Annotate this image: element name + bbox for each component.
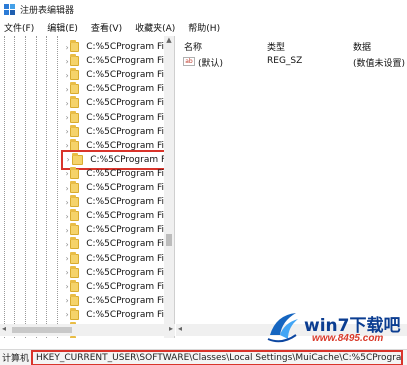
folder-icon	[72, 152, 84, 165]
tree-item[interactable]: ›C:%5CProgram Fi	[64, 68, 164, 82]
registry-tree: › C:%5CProgram Fi › C:%5CProgram Fi › C:%5CPr…	[0, 36, 175, 338]
tree-item[interactable]: ›C:%5CProgram Fi	[64, 82, 164, 96]
status-prefix: 计算机	[2, 354, 30, 364]
folder-icon	[70, 96, 80, 109]
column-type-header[interactable]: 类型	[267, 40, 285, 53]
menu-bar: 文件(F) 编辑(E) 查看(V) 收藏夹(A) 帮助(H)	[0, 19, 407, 35]
tree-item[interactable]: ›C:%5CProgram Fi	[64, 195, 164, 209]
tree-item[interactable]: ›C:%5CProgram Fi	[64, 307, 164, 322]
tree-item[interactable]: ›C:%5CProgram Fi	[64, 138, 164, 153]
menu-view[interactable]: 查看(V)	[91, 21, 122, 34]
tree-item[interactable]: ›C:%5CProgram Fi	[64, 279, 164, 294]
tree-item-label: C:%5CProgram Fi	[86, 281, 164, 292]
folder-icon	[70, 209, 80, 222]
folder-icon	[70, 40, 80, 52]
folder-icon	[70, 138, 80, 151]
tree-item-label: C:%5CProgram Fi	[86, 309, 164, 320]
folder-icon	[70, 223, 80, 236]
scroll-left-icon[interactable]: ◂	[2, 324, 6, 333]
tree-item[interactable]: ›C:%5CProgram Fi	[64, 265, 164, 280]
tree-item-label: C:%5CProgram Fi	[86, 168, 164, 179]
watermark-url: www.8495.com	[312, 333, 384, 344]
folder-icon	[70, 124, 80, 137]
tree-item[interactable]: ›C:%5CProgram Fi	[64, 124, 164, 139]
tree-item[interactable]: ›C:%5CProgram Fi	[64, 40, 164, 54]
value-row-default[interactable]: ab (默认) REG_SZ (数值未设置)	[176, 54, 407, 69]
folder-icon	[70, 251, 80, 264]
tree-item-label: C:%5CProgram Fi	[86, 211, 164, 222]
menu-file[interactable]: 文件(F)	[4, 21, 34, 34]
tree-horizontal-scrollbar[interactable]: ◂ ▸	[0, 324, 175, 336]
watermark-logo: win7下载吧 www.8495.com	[262, 305, 407, 353]
h-scroll-thumb[interactable]	[12, 327, 72, 333]
tree-item-selected[interactable]: › C:%5CProgram Fi	[61, 149, 171, 170]
tree-item[interactable]: ›C:%5CProgram Fi	[64, 293, 164, 308]
folder-icon	[70, 293, 80, 306]
tree-item[interactable]: ›C:%5CProgram Fi	[64, 336, 164, 338]
tree-item[interactable]: ›C:%5CProgram Fi	[64, 181, 164, 195]
tree-item-label: C:%5CProgram Fi	[86, 112, 164, 123]
tree-item[interactable]: ›C:%5CProgram Fi	[64, 223, 164, 237]
folder-icon	[70, 54, 80, 67]
tree-vertical-scrollbar[interactable]: ▲ ▼	[164, 36, 174, 338]
tree-item-label: C:%5CProgram Fi	[86, 295, 164, 306]
tree-item-label: C:%5CProgram Fi	[86, 126, 164, 137]
tree-item[interactable]: ›C:%5CProgram Fi	[64, 110, 164, 125]
folder-icon	[70, 166, 80, 179]
column-name-header[interactable]: 名称	[184, 40, 202, 53]
tree-item-label: C:%5CProgram Fi	[86, 140, 164, 151]
tree-item[interactable]: ›C:%5CProgram Fi	[64, 209, 164, 223]
tree-item-label: C:%5CProgram Fi	[86, 98, 164, 109]
value-data: (数值未设置)	[353, 59, 406, 69]
tree-item-label: C:%5CProgram Fi	[86, 70, 164, 81]
tree-item-label: C:%5CProgram Fi	[86, 253, 164, 264]
folder-icon	[70, 181, 80, 193]
folder-icon	[70, 307, 80, 320]
folder-icon	[70, 82, 80, 95]
folder-icon	[70, 68, 80, 81]
values-list: 名称 类型 数据 ab (默认) REG_SZ (数值未设置)	[176, 36, 407, 338]
value-name: (默认)	[198, 59, 224, 69]
tree-item[interactable]: ›C:%5CProgram Fi	[64, 166, 164, 181]
folder-icon	[70, 110, 80, 123]
tree-item-label: C:%5CProgram Fi	[86, 225, 164, 236]
menu-edit[interactable]: 编辑(E)	[47, 21, 78, 34]
tree-item[interactable]: ›C:%5CProgram Fi	[64, 251, 164, 266]
string-value-icon: ab	[183, 57, 195, 66]
value-type: REG_SZ	[267, 56, 303, 66]
tree-item[interactable]: ›C:%5CProgram Fi	[64, 237, 164, 251]
scroll-up-icon[interactable]: ▲	[164, 36, 174, 46]
folder-icon	[70, 279, 80, 292]
regedit-app-icon	[4, 3, 15, 15]
tree-item-label: C:%5CProgram Fi	[86, 42, 164, 52]
tree-item-label: C:%5CProgram Fi	[90, 154, 168, 165]
tree-item[interactable]: ›C:%5CProgram Fi	[64, 54, 164, 68]
column-data-header[interactable]: 数据	[353, 40, 371, 53]
scroll-right-icon[interactable]: ▸	[169, 324, 173, 333]
folder-icon	[70, 265, 80, 278]
folder-icon	[70, 195, 80, 208]
tree-item-label: C:%5CProgram Fi	[86, 239, 164, 250]
tree-item[interactable]: ›C:%5CProgram Fi	[64, 96, 164, 110]
tree-item-label: C:%5CProgram Fi	[86, 197, 164, 208]
tree-item-label: C:%5CProgram Fi	[86, 56, 164, 67]
list-header: 名称 类型 数据	[176, 36, 407, 53]
menu-help[interactable]: 帮助(H)	[188, 21, 220, 34]
swirl-logo-icon	[267, 313, 298, 343]
tree-guide-lines	[0, 36, 60, 338]
title-bar: 注册表编辑器	[0, 0, 407, 18]
expand-chevron-icon[interactable]: ›	[64, 155, 72, 164]
menu-favorites[interactable]: 收藏夹(A)	[135, 21, 175, 34]
scroll-thumb[interactable]	[166, 234, 172, 246]
window-title: 注册表编辑器	[20, 5, 75, 16]
tree-item-label: C:%5CProgram Fi	[86, 84, 164, 95]
tree-item-label: C:%5CProgram Fi	[86, 267, 164, 278]
folder-icon	[70, 237, 80, 250]
list-scroll-left-icon[interactable]: ◂	[178, 324, 182, 333]
tree-item-label: C:%5CProgram Fi	[86, 183, 164, 193]
